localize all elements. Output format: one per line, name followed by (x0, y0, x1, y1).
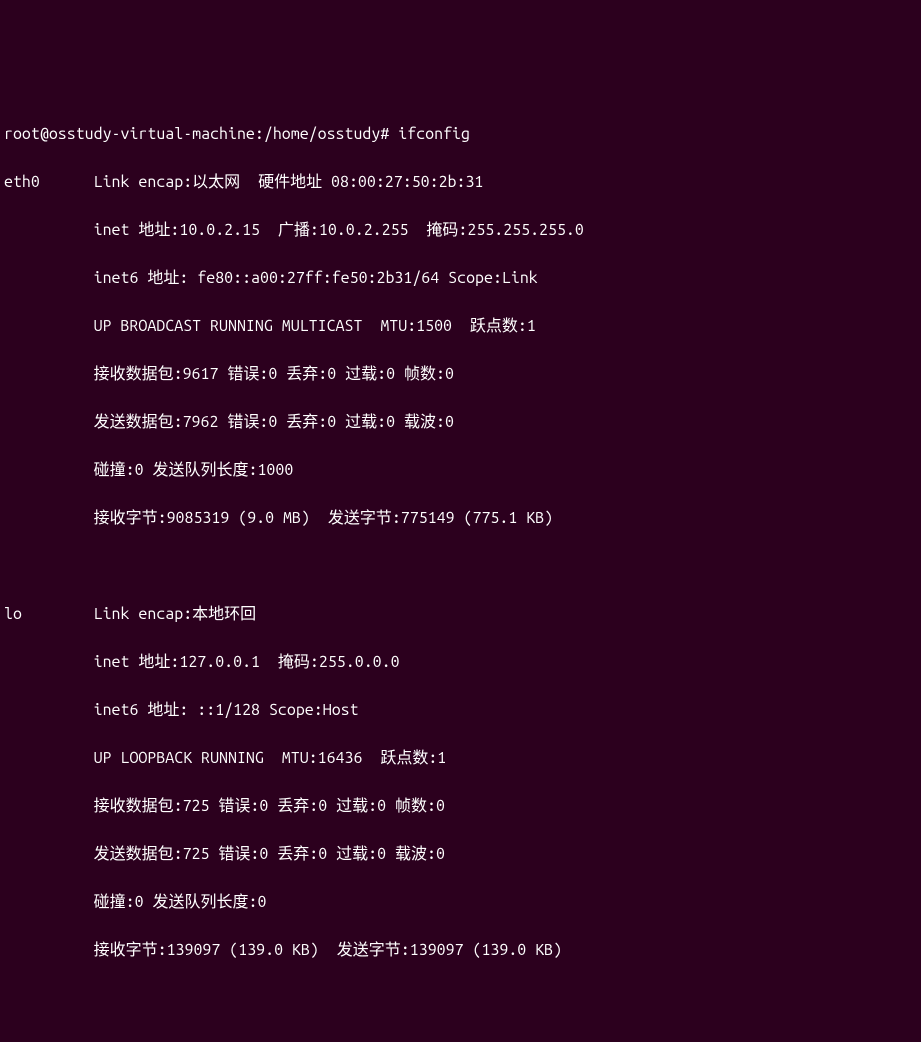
terminal-output: root@osstudy-virtual-machine:/home/osstu… (4, 98, 917, 986)
blank-line (4, 554, 917, 578)
prompt-user: root (4, 125, 40, 143)
prompt-symbol: # (380, 125, 389, 143)
iface-detail: inet 地址:10.0.2.15 广播:10.0.2.255 掩码:255.2… (94, 221, 584, 239)
iface-detail: 接收数据包:725 错误:0 丢弃:0 过载:0 帧数:0 (94, 797, 445, 815)
iface-detail: 碰撞:0 发送队列长度:1000 (94, 461, 294, 479)
iface-line: 碰撞:0 发送队列长度:0 (4, 890, 917, 914)
iface-detail: inet 地址:127.0.0.1 掩码:255.0.0.0 (94, 653, 400, 671)
iface-line: UP BROADCAST RUNNING MULTICAST MTU:1500 … (4, 314, 917, 338)
iface-line: inet6 地址: fe80::a00:27ff:fe50:2b31/64 Sc… (4, 266, 917, 290)
iface-detail: 接收字节:9085319 (9.0 MB) 发送字节:775149 (775.1… (94, 509, 554, 527)
prompt-host: osstudy-virtual-machine (49, 125, 255, 143)
iface-detail: Link encap:以太网 硬件地址 08:00:27:50:2b:31 (94, 173, 484, 191)
iface-line: 发送数据包:725 错误:0 丢弃:0 过载:0 载波:0 (4, 842, 917, 866)
iface-detail: UP BROADCAST RUNNING MULTICAST MTU:1500 … (94, 317, 536, 335)
iface-detail: inet6 地址: ::1/128 Scope:Host (94, 701, 359, 719)
iface-line: UP LOOPBACK RUNNING MTU:16436 跃点数:1 (4, 746, 917, 770)
iface-line: inet 地址:127.0.0.1 掩码:255.0.0.0 (4, 650, 917, 674)
iface-line: inet 地址:10.0.2.15 广播:10.0.2.255 掩码:255.2… (4, 218, 917, 242)
iface-line: lo Link encap:本地环回 (4, 602, 917, 626)
iface-detail: 接收数据包:9617 错误:0 丢弃:0 过载:0 帧数:0 (94, 365, 454, 383)
iface-line: eth0 Link encap:以太网 硬件地址 08:00:27:50:2b:… (4, 170, 917, 194)
iface-line: 接收数据包:9617 错误:0 丢弃:0 过载:0 帧数:0 (4, 362, 917, 386)
iface-line: inet6 地址: ::1/128 Scope:Host (4, 698, 917, 722)
prompt-line[interactable]: root@osstudy-virtual-machine:/home/osstu… (4, 122, 917, 146)
iface-line: 发送数据包:7962 错误:0 丢弃:0 过载:0 载波:0 (4, 410, 917, 434)
iface-detail: 发送数据包:7962 错误:0 丢弃:0 过载:0 载波:0 (94, 413, 454, 431)
iface-line: 接收数据包:725 错误:0 丢弃:0 过载:0 帧数:0 (4, 794, 917, 818)
iface-detail: UP LOOPBACK RUNNING MTU:16436 跃点数:1 (94, 749, 447, 767)
iface-detail: 碰撞:0 发送队列长度:0 (94, 893, 267, 911)
iface-line: 接收字节:9085319 (9.0 MB) 发送字节:775149 (775.1… (4, 506, 917, 530)
prompt-path: /home/osstudy (264, 125, 380, 143)
iface-detail: Link encap:本地环回 (94, 605, 257, 623)
iface-line: 接收字节:139097 (139.0 KB) 发送字节:139097 (139.… (4, 938, 917, 962)
iface-name: eth0 (4, 173, 40, 191)
iface-line: 碰撞:0 发送队列长度:1000 (4, 458, 917, 482)
iface-name: lo (4, 605, 22, 623)
iface-detail: inet6 地址: fe80::a00:27ff:fe50:2b31/64 Sc… (94, 269, 538, 287)
iface-detail: 发送数据包:725 错误:0 丢弃:0 过载:0 载波:0 (94, 845, 445, 863)
command-text: ifconfig (398, 125, 470, 143)
iface-detail: 接收字节:139097 (139.0 KB) 发送字节:139097 (139.… (94, 941, 562, 959)
